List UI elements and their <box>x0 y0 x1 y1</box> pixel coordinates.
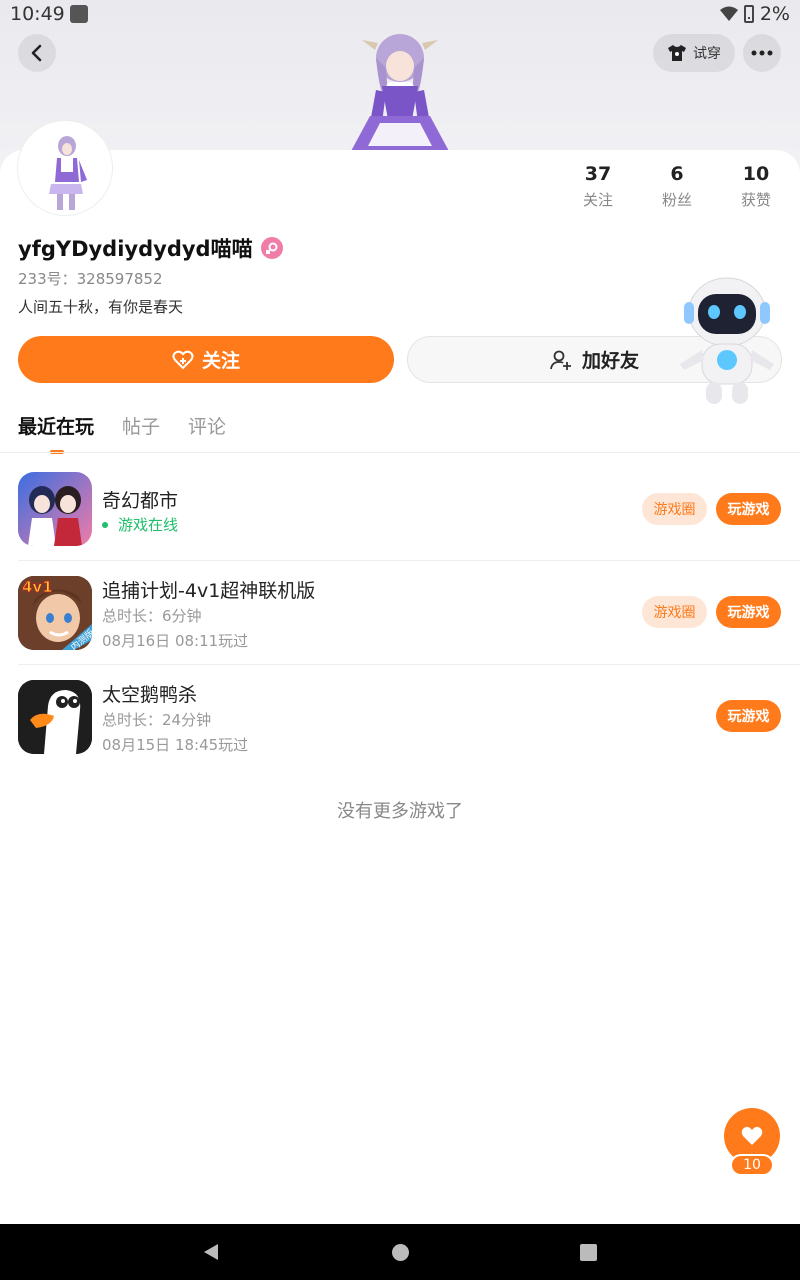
heart-plus-icon <box>172 350 194 369</box>
game-row-fantasy-city[interactable]: 奇幻都市 游戏在线 游戏圈 玩游戏 <box>18 470 800 574</box>
user-id: 233号：328597852 <box>18 270 163 288</box>
tabs-divider <box>0 452 800 453</box>
fans-label: 粉丝 <box>661 191 692 209</box>
game-row-chase-plan[interactable]: 4v1 内测版 追捕计划-4v1超神联机版 总时长：6分钟 08月16日 08:… <box>18 574 800 678</box>
more-dots-icon <box>751 50 773 56</box>
back-button[interactable] <box>18 34 56 72</box>
stat-likes[interactable]: 10 获赞 <box>726 163 786 210</box>
game-circle-button[interactable]: 游戏圈 <box>642 493 707 525</box>
play-game-button[interactable]: 玩游戏 <box>716 596 781 628</box>
user-bio: 人间五十秋，有你是春天 <box>18 298 184 316</box>
game-icon-goose-duck <box>18 680 92 754</box>
online-dot-icon <box>102 521 108 528</box>
game-row-goose-duck[interactable]: 太空鹅鸭杀 总时长：24分钟 08月15日 18:45玩过 玩游戏 <box>18 678 800 782</box>
tab-posts[interactable]: 帖子 <box>122 412 160 439</box>
chevron-left-icon <box>31 44 42 62</box>
game-icon-fantasy-city <box>18 472 92 546</box>
avatar-3d-figure[interactable] <box>340 28 460 153</box>
likes-label: 获赞 <box>740 191 771 209</box>
battery-icon <box>743 5 754 23</box>
add-user-icon <box>550 350 571 370</box>
heart-icon <box>741 1126 763 1145</box>
status-right: 2% <box>719 3 790 25</box>
game-last-played: 08月15日 18:45玩过 <box>102 736 249 754</box>
tab-comments[interactable]: 评论 <box>188 412 226 439</box>
username: yfgYDydiydydyd喵喵 <box>18 237 253 261</box>
status-time: 10:49 <box>10 3 65 25</box>
game-name: 追捕计划-4v1超神联机版 <box>102 580 316 602</box>
game-icon-title: 4v1 <box>22 578 53 596</box>
avatar[interactable] <box>18 121 112 215</box>
username-row: yfgYDydiydydyd喵喵 <box>18 233 283 263</box>
more-button[interactable] <box>743 34 781 72</box>
stat-following[interactable]: 37 关注 <box>568 163 628 210</box>
game-name: 奇幻都市 <box>102 490 179 512</box>
row-divider <box>18 664 800 665</box>
fans-count: 6 <box>670 163 684 185</box>
game-duration: 总时长：24分钟 <box>102 711 212 729</box>
game-online-status: 游戏在线 <box>102 514 178 535</box>
notification-icon <box>70 5 88 23</box>
nav-back-icon[interactable] <box>202 1243 220 1261</box>
game-circle-button[interactable]: 游戏圈 <box>642 596 707 628</box>
female-gender-icon <box>260 237 283 259</box>
tab-recently-played[interactable]: 最近在玩 <box>18 412 95 454</box>
following-label: 关注 <box>582 191 613 209</box>
online-status-label: 游戏在线 <box>118 516 179 534</box>
like-count-badge: 10 <box>730 1154 774 1176</box>
try-on-button[interactable]: 试穿 <box>653 34 735 72</box>
tab-recently-played-label: 最近在玩 <box>18 416 95 438</box>
add-friend-label: 加好友 <box>581 350 639 372</box>
follow-label: 关注 <box>201 350 240 372</box>
status-bar: 10:49 2% <box>0 0 800 30</box>
avatar-figure <box>21 124 109 212</box>
tshirt-icon <box>668 45 686 61</box>
game-name: 太空鹅鸭杀 <box>102 684 198 706</box>
likes-count: 10 <box>742 163 770 185</box>
stat-fans[interactable]: 6 粉丝 <box>647 163 707 210</box>
nav-home-icon[interactable] <box>392 1244 409 1261</box>
no-more-games-text: 没有更多游戏了 <box>337 801 463 822</box>
row-divider <box>18 560 800 561</box>
play-game-button[interactable]: 玩游戏 <box>716 493 781 525</box>
battery-level: 2% <box>759 3 790 25</box>
robot-assistant-icon[interactable] <box>672 272 782 407</box>
game-duration: 总时长：6分钟 <box>102 607 202 625</box>
play-game-button[interactable]: 玩游戏 <box>716 700 781 732</box>
follow-button[interactable]: 关注 <box>18 336 394 383</box>
game-icon-chase-plan: 4v1 内测版 <box>18 576 92 650</box>
try-on-label: 试穿 <box>693 46 721 62</box>
following-count: 37 <box>584 163 612 185</box>
nav-recents-icon[interactable] <box>580 1244 597 1261</box>
wifi-icon <box>719 6 738 21</box>
profile-tabs: 最近在玩 帖子 评论 <box>18 412 226 454</box>
game-last-played: 08月16日 08:11玩过 <box>102 632 249 650</box>
